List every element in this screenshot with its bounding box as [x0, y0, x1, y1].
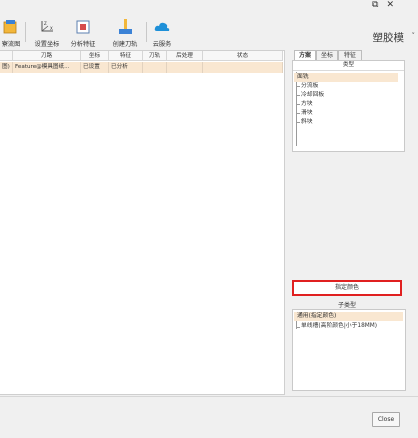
tree-line — [296, 72, 297, 146]
type-item[interactable]: 冷却回板 — [301, 91, 324, 100]
column-header[interactable]: 刀轨 — [143, 51, 167, 61]
drawing-icon — [3, 20, 17, 34]
subtype-item[interactable]: 通用(指定颜色) — [294, 312, 403, 321]
table-cell[interactable]: 已分析 — [109, 62, 143, 73]
ribbon-button-set-coordinate[interactable]: Z X 设置坐标 — [30, 18, 64, 48]
svg-text:X: X — [50, 26, 53, 31]
table-cell[interactable] — [203, 62, 283, 73]
type-item[interactable]: 方块 — [301, 100, 313, 109]
column-header[interactable]: 刀路 — [13, 51, 81, 61]
ribbon-button-label: 寮流图 — [1, 41, 21, 48]
bottom-bar — [0, 396, 418, 438]
specify-color-button[interactable]: 指定颜色 — [292, 280, 402, 296]
operation-table: 刀路 坐标 特征 刀轨 后处理 状态 图) Feature@模具图纸... 已设… — [0, 50, 285, 395]
app-title: 塑胶模 — [372, 32, 405, 44]
chevron-down-icon[interactable]: ˅ — [412, 32, 416, 40]
ribbon-button-drawing[interactable]: 寮流图 — [0, 18, 22, 48]
ribbon-separator — [146, 22, 147, 42]
subtype-item[interactable]: 单线槽(高阶颜色|小于18MM) — [301, 322, 377, 331]
table-cell[interactable]: 图) — [0, 62, 13, 73]
table-cell[interactable] — [167, 62, 203, 73]
ribbon-button-cloud-service[interactable]: 云服务 — [148, 18, 176, 48]
toolpath-icon — [119, 19, 132, 34]
tree-line — [296, 104, 300, 105]
type-item[interactable]: 面铣 — [294, 73, 398, 82]
type-list: 类型 面铣 分流板 冷却回板 方块 滑块 斜块 — [292, 60, 405, 152]
column-header[interactable]: 后处理 — [167, 51, 203, 61]
column-header[interactable]: 坐标 — [81, 51, 109, 61]
tree-line — [296, 86, 300, 87]
subtype-header: 子类型 — [337, 302, 356, 309]
subtype-list: 通用(指定颜色) 单线槽(高阶颜色|小于18MM) — [292, 309, 406, 391]
table-cell[interactable]: 已设置 — [81, 62, 109, 73]
tree-line — [296, 327, 300, 328]
tree-line — [296, 122, 300, 123]
tree-line — [296, 113, 300, 114]
ribbon-button-create-toolpath[interactable]: 创建刀轨 — [108, 18, 142, 48]
ribbon-button-label: 创建刀轨 — [112, 41, 138, 48]
ribbon-toolbar: 寮流图 Z X 设置坐标 分析特征 创建刀轨 云服务 塑胶模 ˅ — [0, 8, 418, 48]
type-item[interactable]: 分流板 — [301, 82, 318, 91]
close-button[interactable]: Close — [372, 412, 400, 427]
tree-line — [296, 95, 300, 96]
ribbon-button-label: 设置坐标 — [34, 41, 60, 48]
ribbon-button-analyze-feature[interactable]: 分析特征 — [66, 18, 100, 48]
analyze-icon — [76, 20, 90, 34]
ribbon-button-label: 云服务 — [152, 41, 172, 48]
coordinate-icon: Z X — [41, 21, 53, 32]
type-item[interactable]: 斜块 — [301, 118, 313, 127]
table-cell[interactable] — [143, 62, 167, 73]
ribbon-button-label: 分析特征 — [70, 41, 96, 48]
column-header[interactable]: 特征 — [109, 51, 143, 61]
column-header — [0, 51, 13, 61]
cloud-icon — [154, 22, 170, 31]
type-header: 类型 — [293, 61, 404, 71]
column-header[interactable]: 状态 — [203, 51, 283, 61]
table-cell[interactable]: Feature@模具图纸... — [13, 62, 81, 73]
svg-text:Z: Z — [44, 21, 47, 26]
ribbon-separator — [25, 22, 26, 42]
type-item[interactable]: 滑块 — [301, 109, 313, 118]
